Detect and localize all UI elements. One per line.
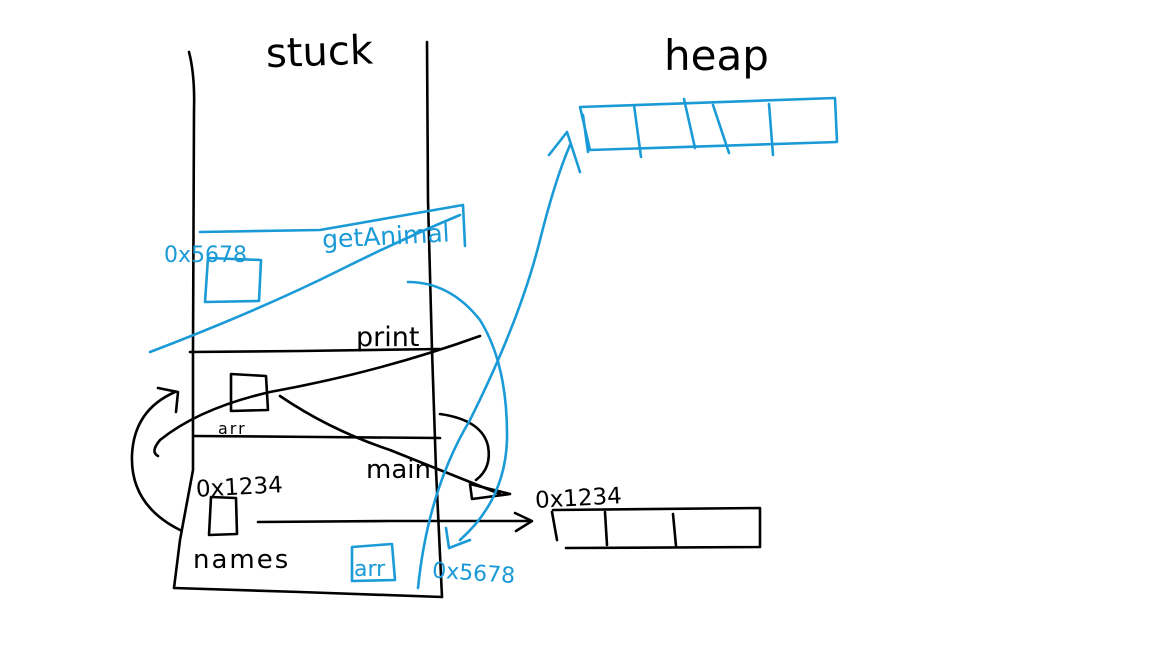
stack-title: stuck bbox=[265, 27, 374, 77]
names-label: names bbox=[193, 545, 290, 575]
heap-array-box bbox=[551, 506, 762, 550]
blue-return-arrowhead bbox=[444, 526, 472, 550]
arr-pointer-arrowhead bbox=[468, 482, 512, 501]
frame-label-getanimal: getAnimal bbox=[321, 218, 450, 254]
blue-heap-divider-4 bbox=[767, 102, 775, 157]
names-pointer-arrow bbox=[256, 519, 532, 524]
stack-left-wall bbox=[172, 50, 196, 590]
stack-right-wall bbox=[425, 40, 444, 599]
blue-return-curve bbox=[406, 280, 509, 542]
frame-label-main: main bbox=[366, 455, 431, 485]
whiteboard-canvas: stuck print arr main 0x1234 names 0x1234… bbox=[0, 0, 1152, 648]
call-loop-arrow bbox=[130, 390, 182, 532]
right-return-loop bbox=[438, 412, 491, 482]
arr-label: arr bbox=[218, 419, 247, 438]
stack-bottom-edge bbox=[172, 586, 444, 599]
stack-heap-diagram: stuck print arr main 0x1234 names 0x1234… bbox=[130, 27, 839, 599]
blue-heap-array bbox=[578, 96, 839, 152]
blue-pointer-arrowhead bbox=[547, 130, 582, 174]
heap-array-left-tick bbox=[550, 510, 559, 542]
main-address-label: 0x1234 bbox=[195, 472, 283, 503]
frame-label-print: print bbox=[356, 322, 419, 353]
blue-arr-param-label: arr bbox=[354, 557, 386, 582]
blue-address-bottom: 0x5678 bbox=[431, 558, 516, 589]
heap-array-divider-1 bbox=[603, 510, 609, 547]
blue-address-top: 0x5678 bbox=[164, 243, 247, 268]
heap-title: heap bbox=[664, 31, 769, 80]
blue-heap-divider-2 bbox=[682, 97, 697, 150]
names-box bbox=[207, 495, 239, 537]
heap-array-divider-2 bbox=[671, 512, 678, 548]
